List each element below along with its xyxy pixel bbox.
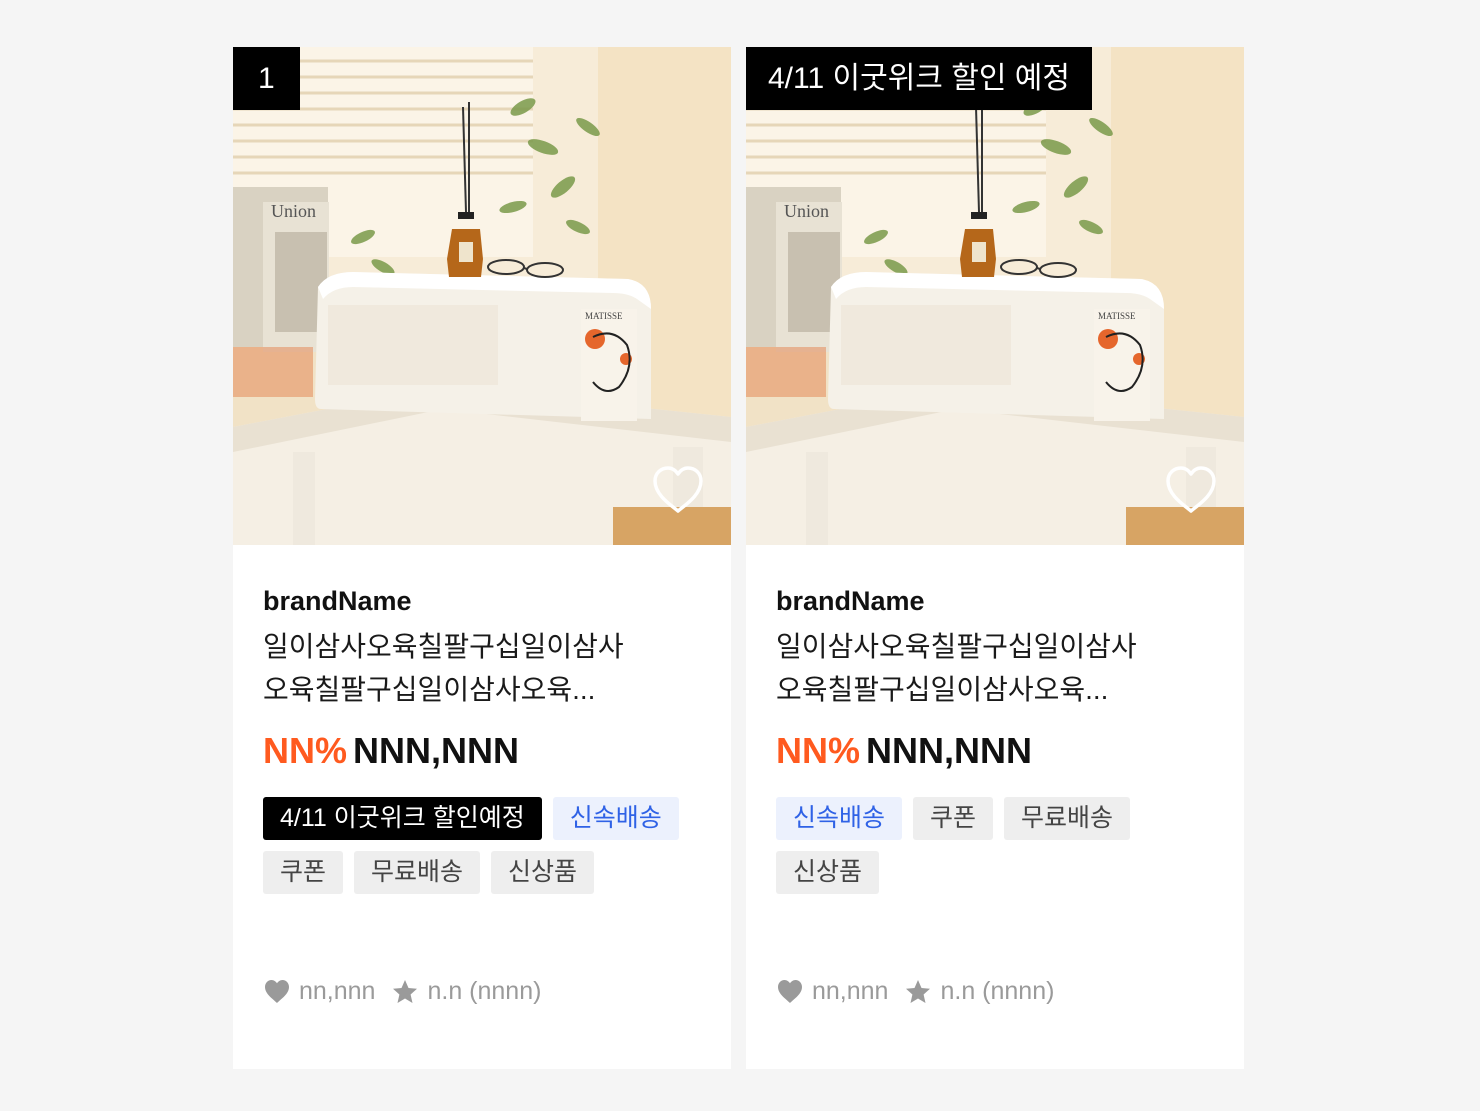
tag-coupon: 쿠폰 bbox=[263, 851, 344, 894]
tag-fast-delivery: 신속배송 bbox=[776, 797, 903, 840]
product-stats: nn,nnn n.n (nnnn) bbox=[263, 977, 541, 1006]
product-thumbnail[interactable]: Union MATISSE bbox=[233, 47, 731, 545]
price-row: NN% NNN,NNN bbox=[776, 729, 1214, 773]
product-info: brandName 일이삼사오육칠팔구십일이삼사오육칠팔구십일이삼사오육... … bbox=[746, 545, 1244, 894]
rating: n.n (nnnn) bbox=[427, 977, 542, 1005]
sale-price: NNN,NNN bbox=[866, 730, 1033, 771]
product-grid: Union MATISSE 1 brandName 일이삼사오육칠팔구십일이삼사… bbox=[0, 0, 1480, 1111]
product-stats: nn,nnn n.n (nnnn) bbox=[776, 977, 1054, 1006]
like-count: nn,nnn bbox=[812, 977, 889, 1005]
discount-rate: NN% bbox=[776, 730, 861, 771]
product-title[interactable]: 일이삼사오육칠팔구십일이삼사오육칠팔구십일이삼사오육... bbox=[263, 625, 643, 711]
poster-title: MATISSE bbox=[585, 311, 623, 321]
tag-free-shipping: 무료배송 bbox=[354, 851, 481, 894]
heart-outline-icon[interactable] bbox=[651, 465, 705, 515]
tag-fast-delivery: 신속배송 bbox=[552, 797, 679, 840]
tag-new-product: 신상품 bbox=[491, 851, 595, 894]
product-card[interactable]: Union MATISSE bbox=[233, 47, 731, 1069]
discount-rate: NN% bbox=[263, 730, 348, 771]
product-info: brandName 일이삼사오육칠팔구십일이삼사오육칠팔구십일이삼사오육... … bbox=[233, 545, 731, 894]
brand-name[interactable]: brandName bbox=[776, 583, 1214, 619]
brand-name[interactable]: brandName bbox=[263, 583, 701, 619]
rating: n.n (nnnn) bbox=[940, 977, 1055, 1005]
event-badge: 4/11 이굿위크 할인 예정 bbox=[746, 47, 1092, 110]
tag-event-discount: 4/11 이굿위크 할인예정 bbox=[263, 797, 542, 840]
book-title: Union bbox=[784, 201, 829, 221]
product-title[interactable]: 일이삼사오육칠팔구십일이삼사오육칠팔구십일이삼사오육... bbox=[776, 625, 1156, 711]
star-icon bbox=[393, 979, 418, 1003]
price-row: NN% NNN,NNN bbox=[263, 729, 701, 773]
heart-filled-icon bbox=[778, 979, 802, 1003]
product-thumbnail[interactable]: Union MATISSE bbox=[746, 47, 1244, 545]
tag-coupon: 쿠폰 bbox=[913, 797, 994, 840]
sale-price: NNN,NNN bbox=[353, 730, 520, 771]
star-icon bbox=[906, 979, 931, 1003]
rank-badge: 1 bbox=[233, 47, 300, 110]
tag-list: 4/11 이굿위크 할인예정 신속배송 쿠폰 무료배송 신상품 bbox=[263, 797, 703, 894]
tag-list: 신속배송 쿠폰 무료배송 신상품 bbox=[776, 797, 1216, 894]
heart-outline-icon[interactable] bbox=[1164, 465, 1218, 515]
poster-title: MATISSE bbox=[1098, 311, 1136, 321]
product-card[interactable]: Union MATISSE bbox=[746, 47, 1244, 1069]
tag-new-product: 신상품 bbox=[776, 851, 880, 894]
heart-filled-icon bbox=[265, 979, 289, 1003]
tag-free-shipping: 무료배송 bbox=[1004, 797, 1131, 840]
like-count: nn,nnn bbox=[299, 977, 376, 1005]
book-title: Union bbox=[271, 201, 316, 221]
